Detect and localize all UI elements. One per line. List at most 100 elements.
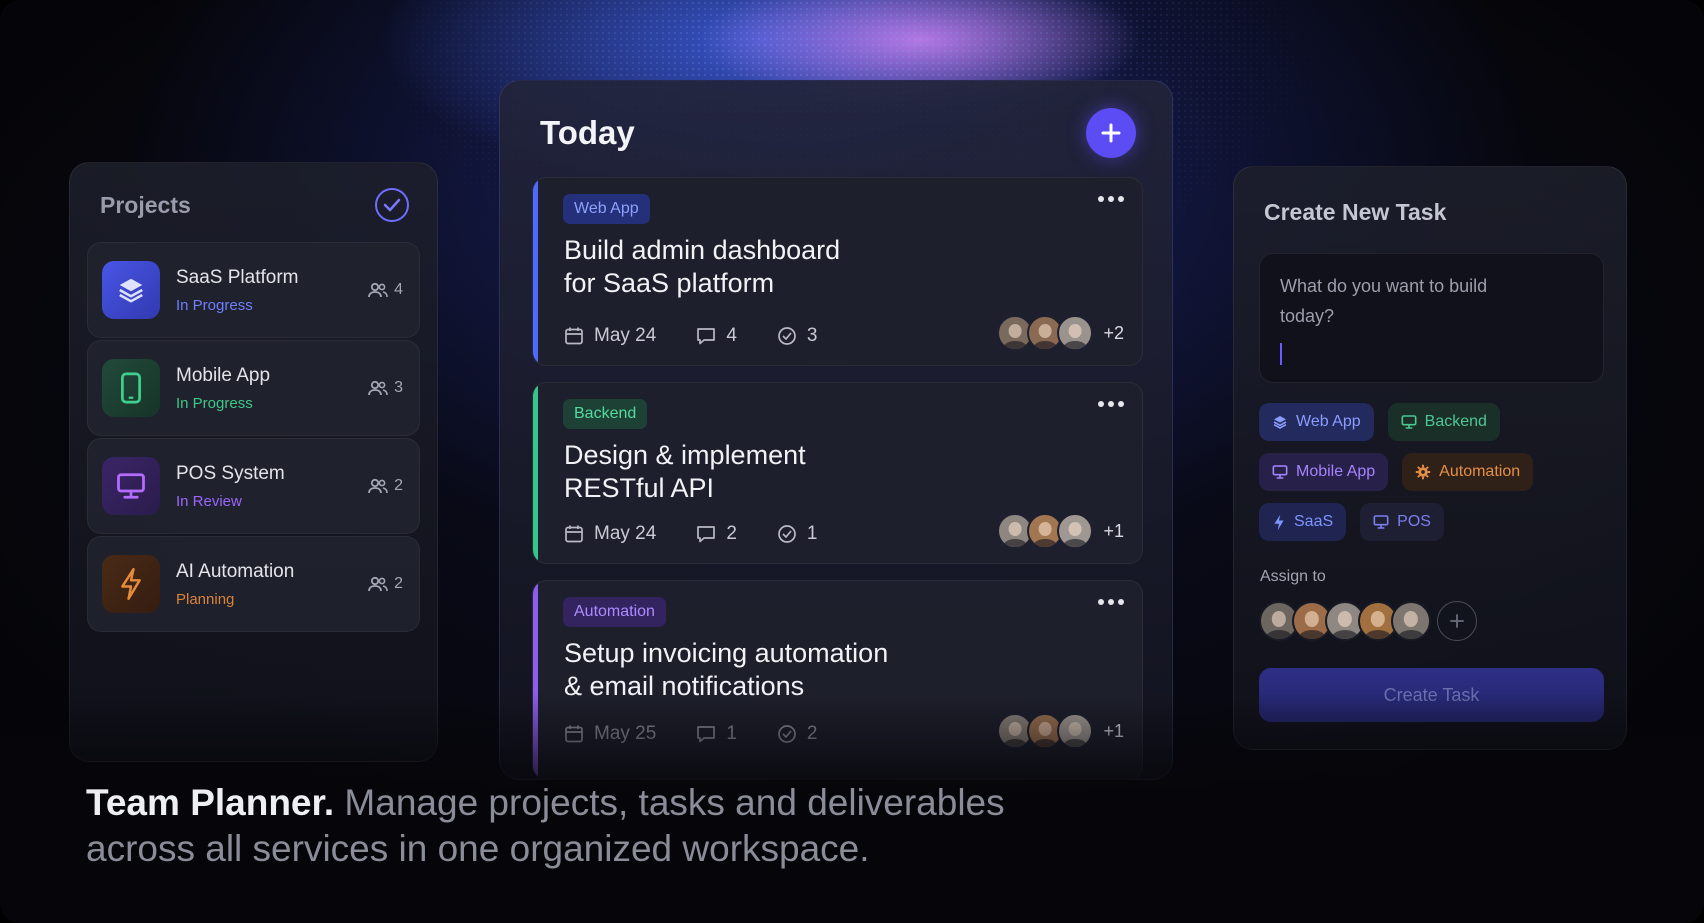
plus-icon [1101,123,1121,143]
assign-to-label: Assign to [1260,568,1326,585]
task-accent-bar [533,383,538,563]
users-icon [368,282,388,298]
task-accent-bar [533,178,538,365]
users-icon [368,478,388,494]
projects-panel: Projects SaaS Platform In Progress 4 Mob… [69,162,438,762]
more-icon[interactable] [1098,401,1124,407]
project-status: In Progress [176,296,253,314]
task-card[interactable]: Automation Setup invoicing automation & … [532,580,1143,780]
project-name: SaaS Platform [176,266,299,288]
text-caret [1280,343,1282,365]
task-tag[interactable]: Backend [563,399,648,429]
chip-saas[interactable]: SaaS [1259,503,1347,541]
bolt-icon [102,555,160,613]
calendar-icon [565,725,583,743]
layers-icon [102,261,160,319]
task-comments: 4 [696,325,737,347]
server-icon [1401,415,1417,429]
chip-pos[interactable]: POS [1360,503,1444,541]
create-task-title: Create New Task [1264,199,1447,225]
monitor-icon [1373,515,1389,529]
comment-icon [697,726,716,743]
create-task-panel: Create New Task What do you want to buil… [1233,166,1627,750]
more-assignees-count: +1 [1103,520,1124,541]
task-tag[interactable]: Automation [563,597,666,627]
comment-icon [697,328,716,345]
task-title: Setup invoicing automation & email notif… [564,638,889,701]
project-card-mobile-app[interactable]: Mobile App In Progress 3 [87,340,420,436]
avatar[interactable] [1391,601,1431,641]
task-assignees[interactable]: +1 [997,513,1124,549]
more-assignees-count: +1 [1103,720,1124,741]
task-date: May 25 [564,723,656,745]
task-checks: 2 [777,723,817,745]
tagline-bold: Team Planner. [86,782,335,823]
project-card-saas-platform[interactable]: SaaS Platform In Progress 4 [87,242,420,338]
add-assignee-button[interactable] [1437,601,1477,641]
task-assignees[interactable]: +2 [997,315,1124,351]
members-count: 2 [368,477,403,495]
plus-icon [1450,614,1464,628]
bolt-icon [1274,514,1284,530]
project-card-pos-system[interactable]: POS System In Review 2 [87,438,420,534]
today-title: Today [540,114,635,151]
task-description-input[interactable]: What do you want to build today? [1259,253,1604,383]
projects-title: Projects [100,191,191,218]
chip-backend[interactable]: Backend [1387,403,1500,441]
members-count: 4 [368,281,403,299]
tagline: Team Planner. Manage projects, tasks and… [86,780,1046,872]
task-checks: 1 [777,523,817,545]
today-panel: Today Web App Build admin dashboard for … [499,80,1173,780]
avatar [1057,713,1094,749]
project-status: In Review [176,492,242,510]
task-accent-bar [533,581,538,779]
project-status: In Progress [176,394,253,412]
users-icon [368,380,388,396]
task-assignees[interactable]: +1 [997,713,1124,749]
check-icon[interactable] [375,188,409,222]
calendar-icon [565,525,583,543]
tag-chips: Web App Backend Mobile App Automation Sa… [1259,403,1609,553]
monitor-icon [1272,465,1288,479]
more-icon[interactable] [1098,599,1124,605]
task-title: Design & implement RESTful API [564,440,806,503]
gear-icon [1415,464,1431,480]
create-task-button[interactable]: Create Task [1259,668,1604,722]
users-icon [368,576,388,592]
task-tag[interactable]: Web App [563,194,650,224]
check-circle-icon [778,525,796,543]
project-name: AI Automation [176,560,295,582]
task-card[interactable]: Web App Build admin dashboard for SaaS p… [532,177,1143,366]
more-icon[interactable] [1098,196,1124,202]
task-comments: 1 [696,723,737,745]
task-date: May 24 [564,325,656,347]
layers-icon [1273,416,1287,429]
project-name: POS System [176,462,285,484]
input-placeholder: What do you want to build today? [1280,276,1488,326]
project-name: Mobile App [176,364,271,386]
avatar [1057,513,1094,549]
chip-automation[interactable]: Automation [1402,453,1534,491]
task-date: May 24 [564,523,656,545]
check-circle-icon [778,327,796,345]
project-card-ai-automation[interactable]: AI Automation Planning 2 [87,536,420,632]
comment-icon [697,526,716,543]
monitor-icon [102,457,160,515]
chip-web-app[interactable]: Web App [1259,403,1374,441]
avatar [1057,315,1094,351]
members-count: 3 [368,379,403,397]
task-checks: 3 [777,325,817,347]
assignee-picker [1259,601,1477,641]
more-assignees-count: +2 [1103,322,1124,343]
members-count: 2 [368,575,403,593]
check-circle-icon [778,725,796,743]
add-task-button[interactable] [1086,108,1136,158]
task-card[interactable]: Backend Design & implement RESTful API M… [532,382,1143,564]
calendar-icon [565,327,583,345]
chip-mobile-app[interactable]: Mobile App [1259,453,1389,491]
app-stage: Projects SaaS Platform In Progress 4 Mob… [0,0,1704,923]
task-comments: 2 [696,523,737,545]
phone-icon [102,359,160,417]
project-status: Planning [176,590,235,608]
task-title: Build admin dashboard for SaaS platform [564,235,841,298]
